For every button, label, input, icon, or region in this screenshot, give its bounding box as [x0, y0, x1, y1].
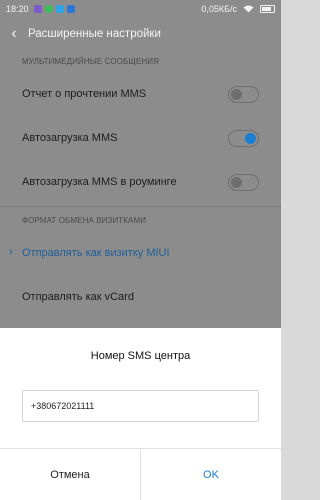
- network-speed: 0,05КБ/с: [201, 4, 237, 14]
- app-header: ‹ Расширенные настройки: [0, 18, 281, 50]
- setting-label: Отчет о прочтении MMS: [22, 88, 147, 100]
- option-label: Отправлять как визитку MIUI: [22, 247, 170, 259]
- section-header-vcard: ФОРМАТ ОБМЕНА ВИЗИТКАМИ: [22, 215, 147, 225]
- battery-icon: [260, 5, 275, 13]
- option-label: Отправлять как vCard: [22, 291, 134, 303]
- status-bar: 18:20 0,05КБ/с: [0, 0, 281, 18]
- option-send-vcard[interactable]: Отправлять как vCard: [0, 275, 281, 319]
- chevron-left-icon: ‹: [11, 25, 17, 42]
- sms-center-dialog: Номер SMS центра +380672021111 Отмена OK: [0, 328, 281, 500]
- dialog-title: Номер SMS центра: [90, 350, 191, 362]
- viber-icon: [33, 5, 42, 13]
- chevron-right-icon: ›: [9, 246, 13, 258]
- auto-download-roaming-toggle[interactable]: [228, 173, 259, 191]
- option-send-miui-card[interactable]: › Отправлять как визитку MIUI: [0, 231, 281, 275]
- page-title: Расширенные настройки: [28, 28, 161, 40]
- cancel-button[interactable]: Отмена: [0, 449, 140, 500]
- back-button[interactable]: ‹: [0, 18, 28, 50]
- dialog-buttons: Отмена OK: [0, 448, 281, 500]
- ok-button[interactable]: OK: [140, 449, 281, 500]
- setting-label: Автозагрузка MMS: [22, 132, 118, 144]
- auto-download-toggle[interactable]: [228, 129, 259, 147]
- setting-label: Автозагрузка MMS в роуминге: [22, 176, 177, 188]
- status-right: 0,05КБ/с: [201, 4, 275, 14]
- divider: [0, 206, 281, 207]
- sms-center-number-input[interactable]: +380672021111: [22, 390, 259, 422]
- setting-auto-download-roaming[interactable]: Автозагрузка MMS в роуминге: [0, 160, 281, 204]
- twitter-icon: [55, 5, 64, 13]
- wifi-icon: [243, 5, 254, 13]
- status-time: 18:20: [6, 4, 29, 14]
- read-report-toggle[interactable]: [228, 85, 259, 103]
- whatsapp-icon: [44, 5, 53, 13]
- mail-icon: [66, 5, 75, 13]
- setting-auto-download[interactable]: Автозагрузка MMS: [0, 116, 281, 160]
- setting-read-report[interactable]: Отчет о прочтении MMS: [0, 72, 281, 116]
- section-header-mms: МУЛЬТИМЕДИЙНЫЕ СООБЩЕНИЯ: [22, 56, 159, 66]
